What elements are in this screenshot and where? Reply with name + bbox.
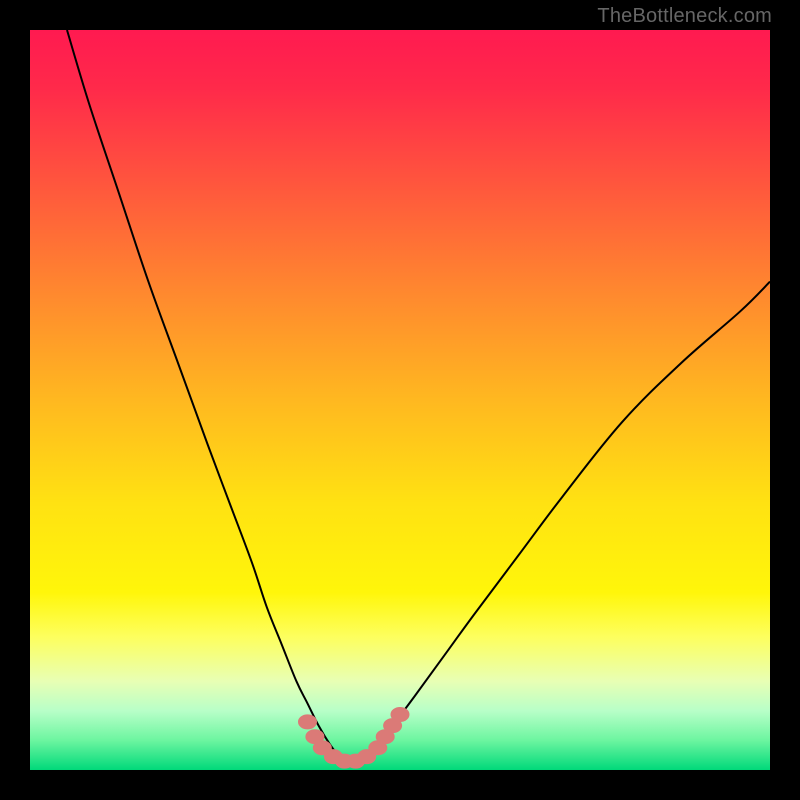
plot-area bbox=[30, 30, 770, 770]
curve-right-branch bbox=[363, 282, 770, 759]
marker-point bbox=[391, 708, 409, 722]
curve-left-branch bbox=[67, 30, 341, 759]
marker-point bbox=[299, 715, 317, 729]
chart-frame bbox=[0, 0, 800, 800]
watermark: TheBottleneck.com bbox=[597, 6, 772, 26]
chart-svg bbox=[30, 30, 770, 770]
